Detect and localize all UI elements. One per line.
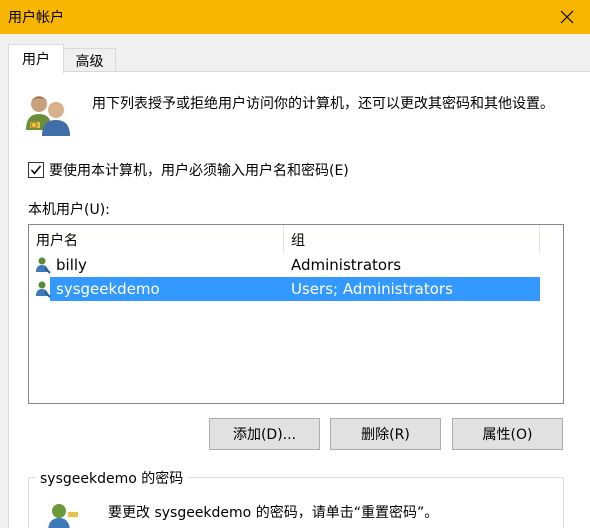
- intro-text: 用下列表授予或拒绝用户访问你的计算机，还可以更改其密码和其他设置。: [92, 96, 554, 112]
- password-group-title: sysgeekdemo 的密码: [36, 468, 188, 488]
- window-title: 用户帐户: [8, 10, 64, 26]
- password-instructions: 要更改 sysgeekdemo 的密码，请单击“重置密码”。: [108, 505, 439, 521]
- tab-strip: 用户 高级: [0, 34, 590, 73]
- tab-advanced[interactable]: 高级: [63, 48, 116, 73]
- column-header-username[interactable]: 用户名: [36, 225, 78, 254]
- user-key-icon: [48, 504, 78, 528]
- user-icon: [36, 257, 51, 274]
- table-row[interactable]: billy Administrators: [29, 253, 563, 277]
- properties-button[interactable]: 属性(O): [452, 418, 563, 450]
- users-group-icon: [26, 96, 70, 136]
- checkmark-icon: [30, 165, 42, 175]
- table-row[interactable]: sysgeekdemo Users; Administrators: [29, 277, 563, 301]
- users-list[interactable]: 用户名 组 billy Administrators sysgeekdemo U…: [28, 224, 564, 404]
- username-text: sysgeekdemo: [56, 280, 160, 298]
- add-button[interactable]: 添加(D)...: [209, 418, 320, 450]
- list-header: 用户名 组: [29, 225, 563, 254]
- user-icon: [36, 281, 51, 298]
- remove-button[interactable]: 删除(R): [330, 418, 441, 450]
- group-text: Users; Administrators: [291, 280, 453, 298]
- group-text: Administrators: [291, 256, 402, 274]
- require-login-checkbox-row[interactable]: 要使用本计算机，用户必须输入用户名和密码(E): [28, 160, 349, 180]
- column-separator[interactable]: [539, 225, 540, 254]
- username-text: billy: [56, 256, 87, 274]
- column-separator[interactable]: [283, 225, 284, 254]
- username-cell: billy: [29, 253, 89, 277]
- title-bar: 用户帐户: [0, 0, 590, 34]
- close-button[interactable]: [544, 0, 590, 34]
- local-users-label: 本机用户(U):: [28, 202, 110, 218]
- close-icon: [560, 10, 574, 24]
- column-header-group[interactable]: 组: [291, 225, 305, 254]
- require-login-label: 要使用本计算机，用户必须输入用户名和密码(E): [49, 163, 349, 179]
- require-login-checkbox[interactable]: [28, 162, 44, 178]
- username-cell: sysgeekdemo: [29, 277, 162, 301]
- tab-users[interactable]: 用户: [8, 44, 64, 73]
